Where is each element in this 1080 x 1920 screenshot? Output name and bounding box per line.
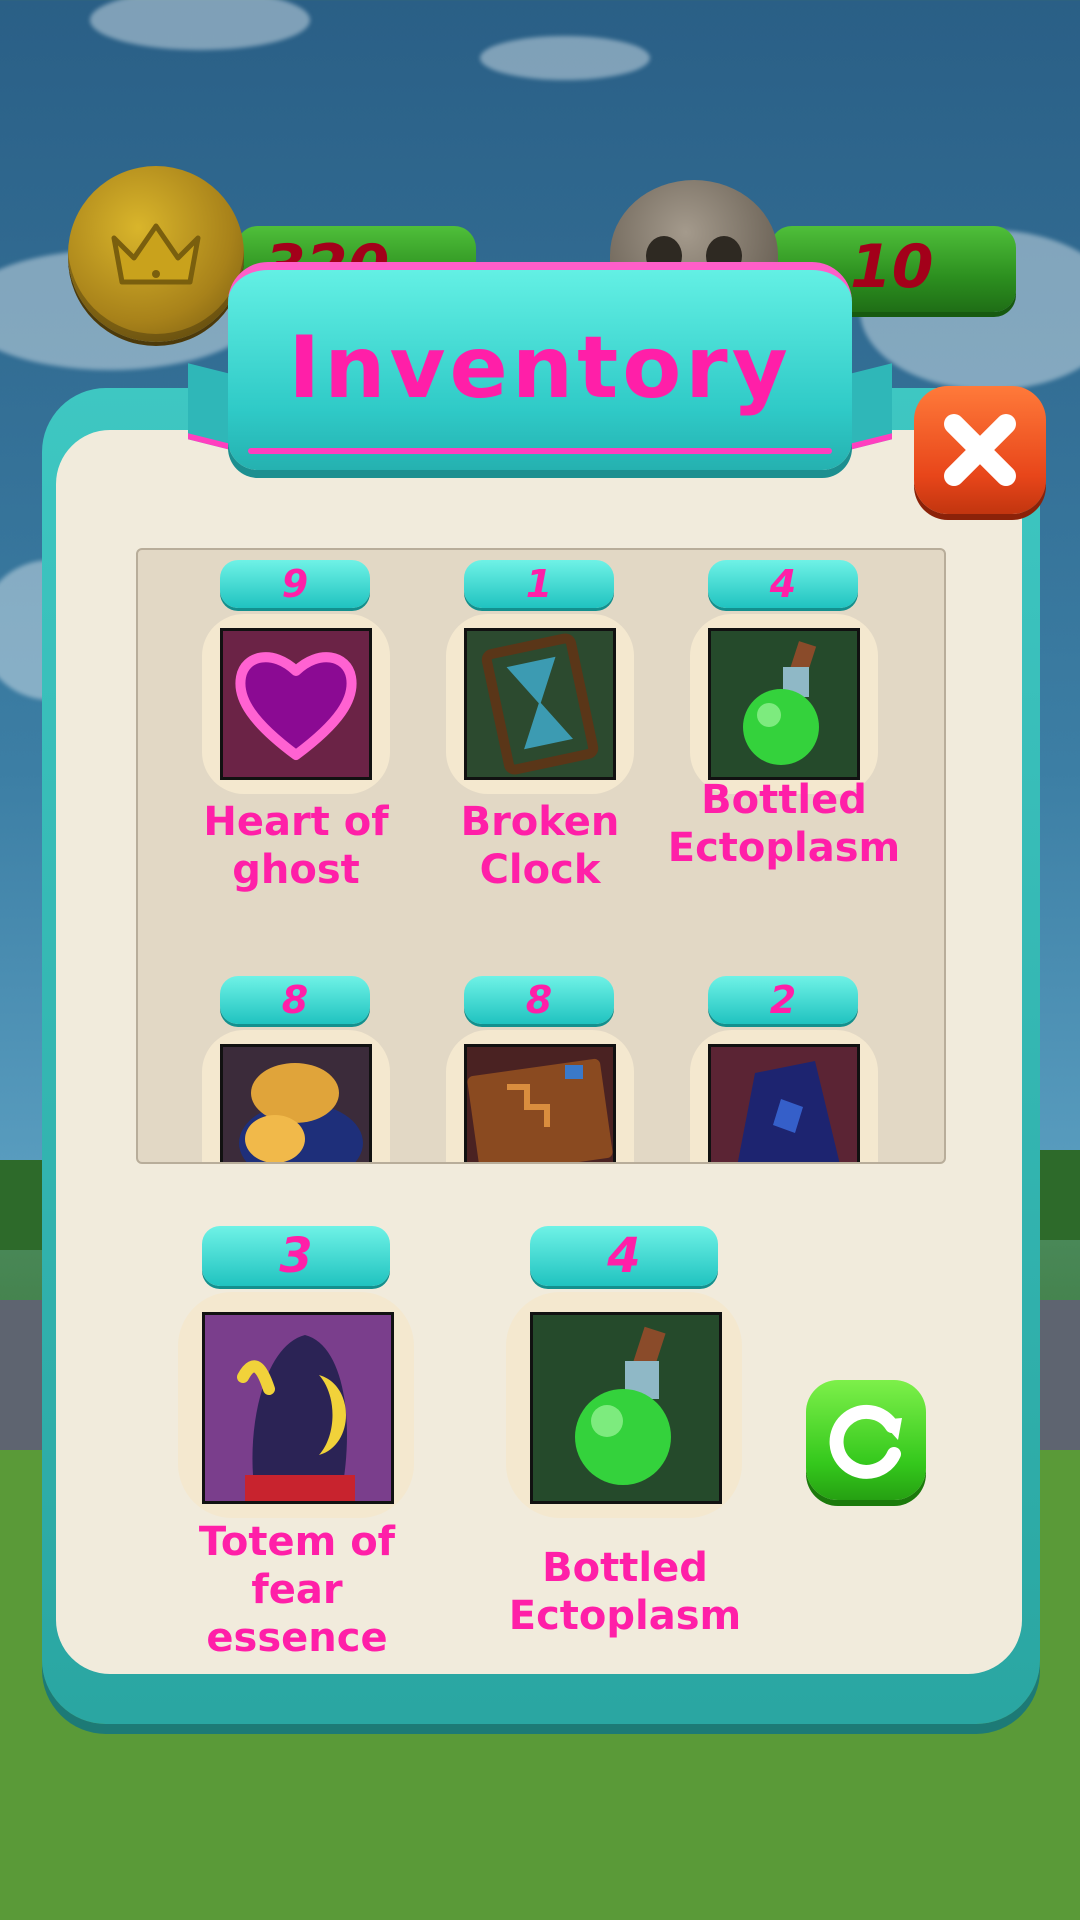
item-count-badge: 4: [530, 1226, 718, 1286]
item-count-badge: 4: [708, 560, 858, 608]
crystal-icon: [708, 1044, 860, 1162]
item-count-badge: 9: [220, 560, 370, 608]
refresh-button[interactable]: [806, 1380, 926, 1500]
item-name: Heart of ghost: [203, 799, 389, 893]
item-count-badge: 8: [220, 976, 370, 1024]
item-count-badge: 3: [202, 1226, 390, 1286]
item-name: Totem of fear essence: [198, 1519, 396, 1661]
item-count-badge: 8: [464, 976, 614, 1024]
heart-icon: [220, 628, 372, 780]
close-button[interactable]: [914, 386, 1046, 514]
totem-icon: [202, 1312, 394, 1504]
item-count-badge: 2: [708, 976, 858, 1024]
hourglass-icon: [464, 628, 616, 780]
potion-icon: [708, 628, 860, 780]
potion-icon: [530, 1312, 722, 1504]
dialog-title: Inventory: [288, 318, 792, 418]
inventory-grid[interactable]: 9 Heart of ghost 1 Broken Clock 4 Bottle…: [136, 548, 946, 1164]
bread-icon: [220, 1044, 372, 1162]
item-name: Bottled Ectoplasm: [508, 1545, 742, 1639]
skull-value: 10: [850, 232, 934, 302]
book-icon: [464, 1044, 616, 1162]
item-name: Broken Clock: [460, 799, 620, 893]
item-name: Bottled Ectoplasm: [667, 777, 901, 871]
item-count-badge: 1: [464, 560, 614, 608]
close-icon: [944, 414, 1016, 486]
crown-coin-icon: [68, 166, 244, 342]
refresh-icon: [829, 1404, 902, 1479]
